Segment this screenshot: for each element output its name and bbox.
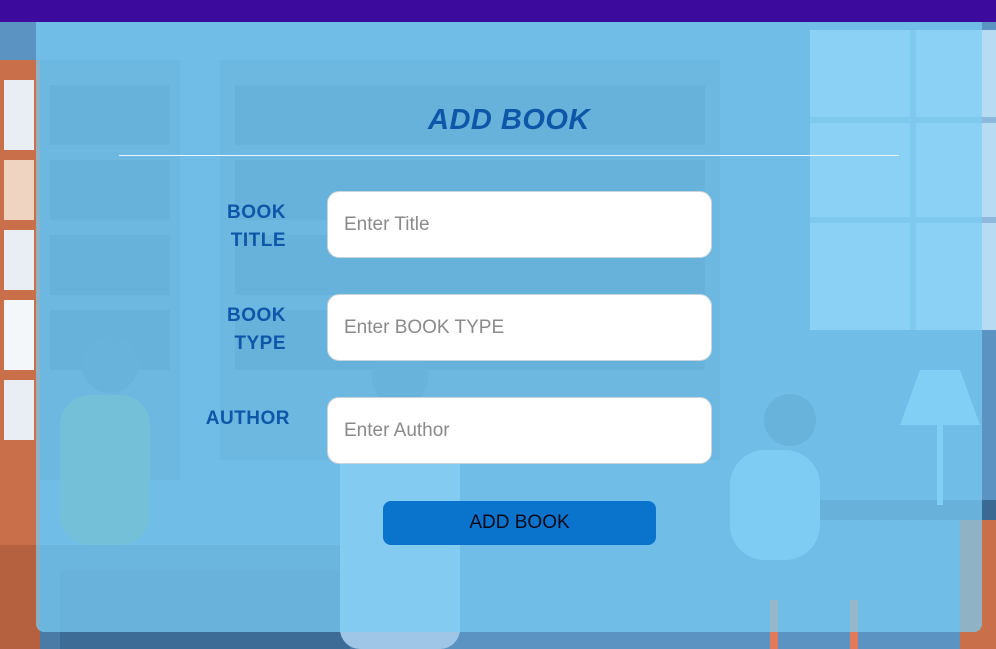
book-type-input[interactable]	[327, 294, 712, 361]
add-book-button[interactable]: ADD BOOK	[383, 501, 656, 545]
book-title-label-line2: TITLE	[230, 230, 286, 251]
book-title-input[interactable]	[327, 191, 712, 258]
author-label: AUTHOR	[186, 405, 290, 433]
heading-divider	[119, 155, 899, 156]
book-title-label-line1: BOOK	[227, 202, 286, 223]
add-book-form-panel: ADD BOOK BOOK TITLE BOOK TYPE AUTHOR ADD…	[36, 22, 982, 632]
book-type-label: BOOK TYPE	[196, 302, 286, 358]
top-nav-bar	[0, 0, 996, 22]
author-label-line1: AUTHOR	[205, 408, 290, 429]
book-type-label-line1: BOOK	[227, 305, 286, 326]
author-input[interactable]	[327, 397, 712, 464]
book-type-label-line2: TYPE	[234, 333, 286, 354]
form-heading: ADD BOOK	[428, 104, 590, 136]
book-title-label: BOOK TITLE	[196, 199, 286, 255]
